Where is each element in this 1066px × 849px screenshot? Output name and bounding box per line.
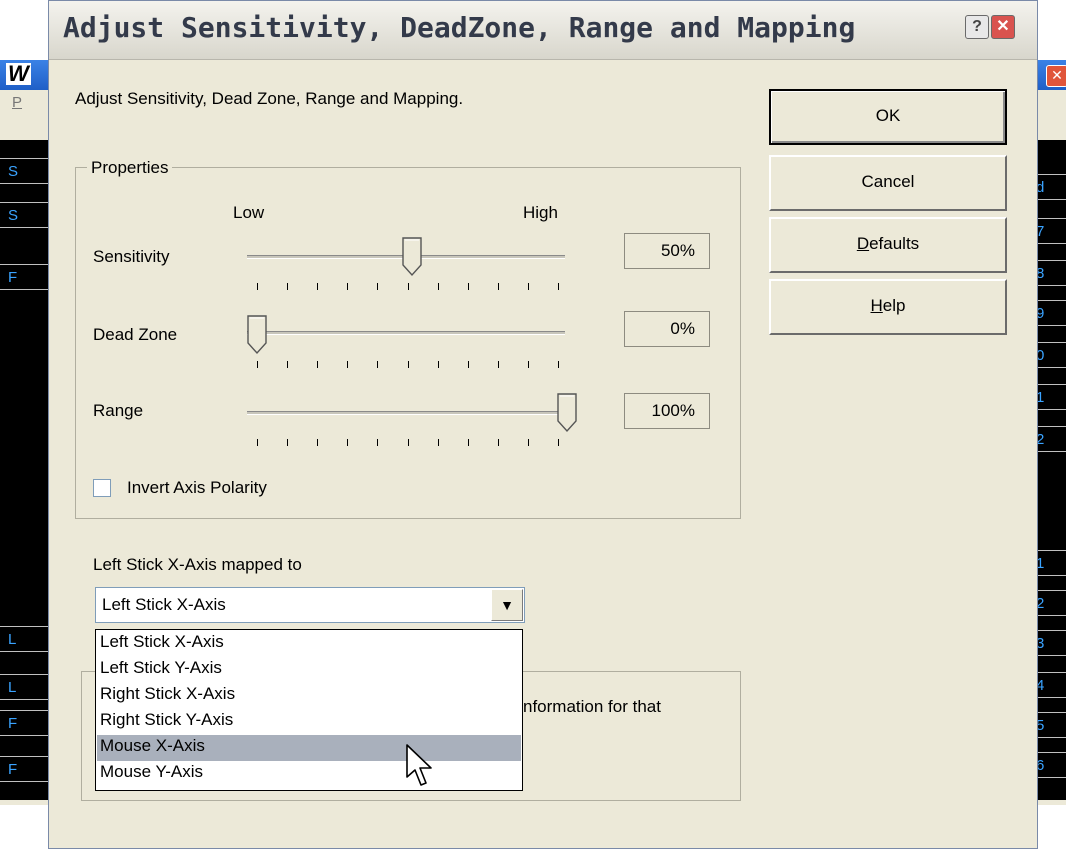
dropdown-option[interactable]: Right Stick Y-Axis xyxy=(97,709,521,735)
slider-tick xyxy=(377,361,378,368)
dialog-titlebar[interactable]: Adjust Sensitivity, DeadZone, Range and … xyxy=(49,1,1037,60)
slider-tick xyxy=(438,361,439,368)
help-button[interactable]: Help xyxy=(769,279,1007,335)
background-menu-item[interactable]: P xyxy=(12,94,22,111)
slider-tick xyxy=(317,283,318,290)
help-icon[interactable]: ? xyxy=(965,15,989,39)
chevron-down-icon[interactable]: ▼ xyxy=(491,589,523,621)
slider-tick xyxy=(528,439,529,446)
deadzone-slider-track[interactable] xyxy=(247,331,565,335)
range-label: Range xyxy=(93,401,144,420)
range-ticks xyxy=(257,439,559,447)
help-label: elp xyxy=(882,296,906,315)
mapping-select-value: Left Stick X-Axis xyxy=(102,595,226,614)
slider-tick xyxy=(317,361,318,368)
slider-tick xyxy=(468,439,469,446)
info-text: nformation for that xyxy=(523,697,661,716)
slider-tick xyxy=(347,439,348,446)
adjust-dialog: Adjust Sensitivity, DeadZone, Range and … xyxy=(48,0,1038,849)
slider-tick xyxy=(558,439,559,446)
dropdown-option[interactable]: Left Stick Y-Axis xyxy=(97,657,521,683)
deadzone-value: 0% xyxy=(624,311,710,347)
slider-tick xyxy=(287,283,288,290)
defaults-mnemonic: D xyxy=(856,234,870,253)
slider-tick xyxy=(317,439,318,446)
high-label: High xyxy=(523,203,558,222)
deadzone-ticks xyxy=(257,361,559,369)
background-close-button[interactable]: ✕ xyxy=(1046,65,1066,87)
range-value: 100% xyxy=(624,393,710,429)
invert-axis-label[interactable]: Invert Axis Polarity xyxy=(127,478,267,498)
properties-legend: Properties xyxy=(87,158,173,178)
slider-tick xyxy=(377,283,378,290)
app-logo: W xyxy=(6,61,31,86)
slider-tick xyxy=(528,283,529,290)
dropdown-option[interactable]: Mouse Y-Axis xyxy=(97,761,521,787)
slider-tick xyxy=(498,283,499,290)
slider-tick xyxy=(558,283,559,290)
mapping-select[interactable]: Left Stick X-Axis ▼ xyxy=(95,587,525,623)
sensitivity-value: 50% xyxy=(624,233,710,269)
slider-tick xyxy=(408,361,409,368)
slider-tick xyxy=(287,439,288,446)
mapping-dropdown-list: Left Stick X-Axis Left Stick Y-Axis Righ… xyxy=(95,629,523,791)
slider-tick xyxy=(468,361,469,368)
slider-tick xyxy=(408,283,409,290)
cancel-button[interactable]: Cancel xyxy=(769,155,1007,211)
help-mnemonic: H xyxy=(870,296,883,315)
slider-tick xyxy=(528,361,529,368)
intro-text: Adjust Sensitivity, Dead Zone, Range and… xyxy=(75,89,464,108)
sensitivity-ticks xyxy=(257,283,559,291)
sensitivity-slider-thumb[interactable] xyxy=(402,237,422,277)
slider-tick xyxy=(408,439,409,446)
slider-tick xyxy=(498,439,499,446)
range-slider-track[interactable] xyxy=(247,411,565,415)
dropdown-option[interactable]: Right Stick X-Axis xyxy=(97,683,521,709)
slider-tick xyxy=(498,361,499,368)
low-label: Low xyxy=(233,203,265,222)
invert-axis-checkbox[interactable] xyxy=(93,479,111,497)
slider-tick xyxy=(438,283,439,290)
slider-tick xyxy=(257,283,258,290)
slider-tick xyxy=(257,361,258,368)
mapping-label: Left Stick X-Axis mapped to xyxy=(93,555,302,574)
slider-tick xyxy=(438,439,439,446)
deadzone-slider-thumb[interactable] xyxy=(247,315,267,355)
sensitivity-label: Sensitivity xyxy=(93,247,170,266)
slider-tick xyxy=(558,361,559,368)
deadzone-label: Dead Zone xyxy=(93,325,178,344)
slider-tick xyxy=(468,283,469,290)
ok-button[interactable]: OK xyxy=(769,89,1007,145)
defaults-button[interactable]: Defaults xyxy=(769,217,1007,273)
dialog-title: Adjust Sensitivity, DeadZone, Range and … xyxy=(63,11,856,44)
slider-tick xyxy=(257,439,258,446)
dropdown-option[interactable]: Left Stick X-Axis xyxy=(97,631,521,657)
slider-tick xyxy=(347,283,348,290)
range-slider-thumb[interactable] xyxy=(557,393,577,433)
slider-tick xyxy=(377,439,378,446)
mouse-cursor-icon xyxy=(406,744,432,786)
slider-tick xyxy=(347,361,348,368)
slider-tick xyxy=(287,361,288,368)
close-icon[interactable]: ✕ xyxy=(991,15,1015,39)
defaults-label: efaults xyxy=(869,234,920,253)
dropdown-option-highlighted[interactable]: Mouse X-Axis xyxy=(97,735,521,761)
